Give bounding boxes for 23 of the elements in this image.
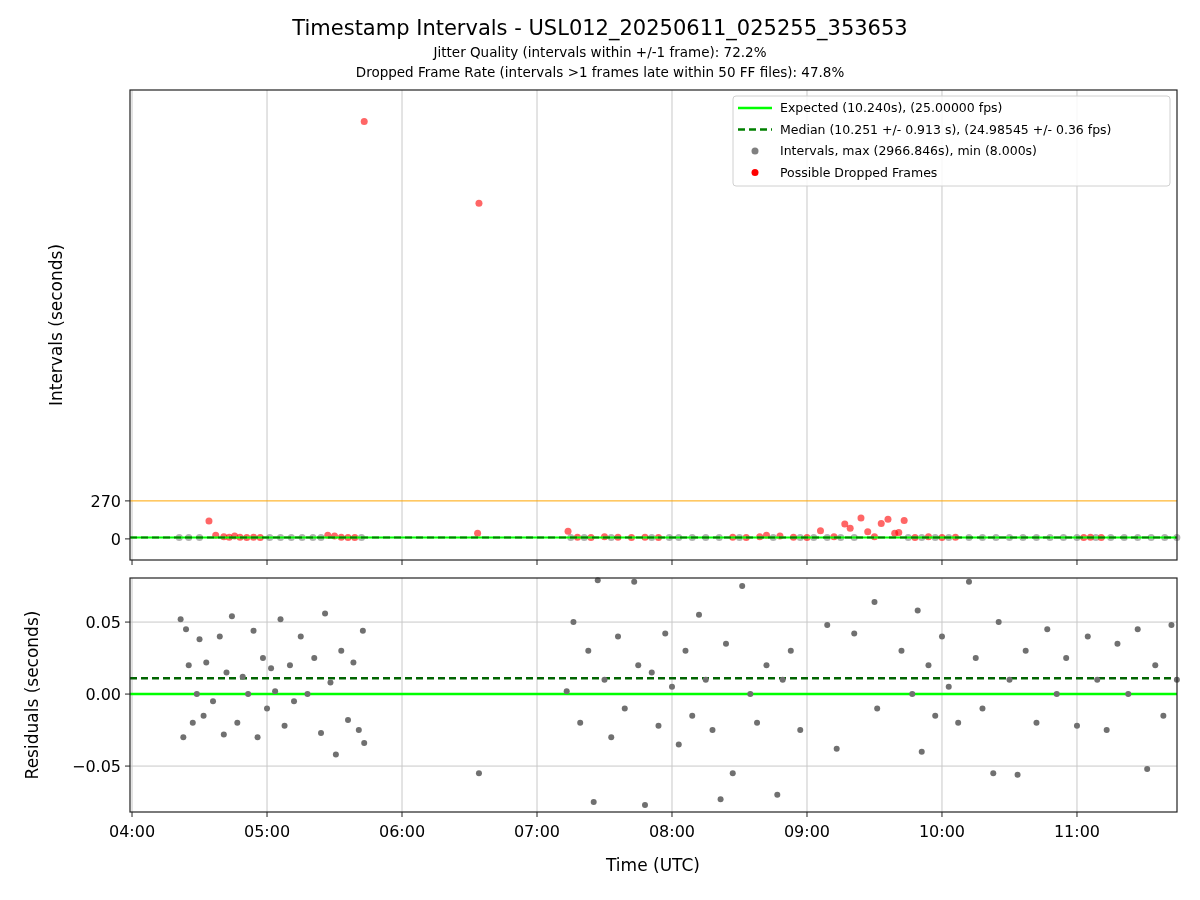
tick-label: 07:00 [513,822,561,841]
chart-subtitle: Dropped Frame Rate (intervals >1 frames late within 50 FF files): 47.8% [355,63,845,82]
tick-label: 08:00 [648,822,696,841]
tick-label: 0 [110,529,121,549]
tick-label: 05:00 [243,822,291,841]
chart-title: Timestamp Intervals - USL012_20250611_025255_353653 [292,15,908,42]
tick-label: 04:00 [108,822,156,841]
legend-label: Intervals, max (2966.846s), min (8.000s) [780,143,1037,158]
chart-subtitle: Jitter Quality (intervals within +/-1 frame): 72.2% [433,43,767,62]
legend-label: Possible Dropped Frames [780,164,938,180]
tick-label: 0.05 [85,613,121,633]
tick-label: −0.05 [71,757,121,777]
tick-label: 10:00 [918,822,966,841]
tick-label: 06:00 [378,822,426,841]
legend-label: Median (10.251 +/- 0.913 s), (24.98545 +/- 0.36 fps) [780,121,1112,137]
legend-label: Expected (10.240s), (25.00000 fps) [780,100,1003,115]
axis-label: Time (UTC) [606,855,700,875]
tick-label: 270 [90,491,121,511]
tick-label: 09:00 [783,822,831,841]
axis-label: Intervals (seconds) [46,243,66,407]
tick-label: 11:00 [1053,822,1101,841]
axis-label: Residuals (seconds) [22,610,42,780]
tick-label: 0.00 [85,685,121,705]
